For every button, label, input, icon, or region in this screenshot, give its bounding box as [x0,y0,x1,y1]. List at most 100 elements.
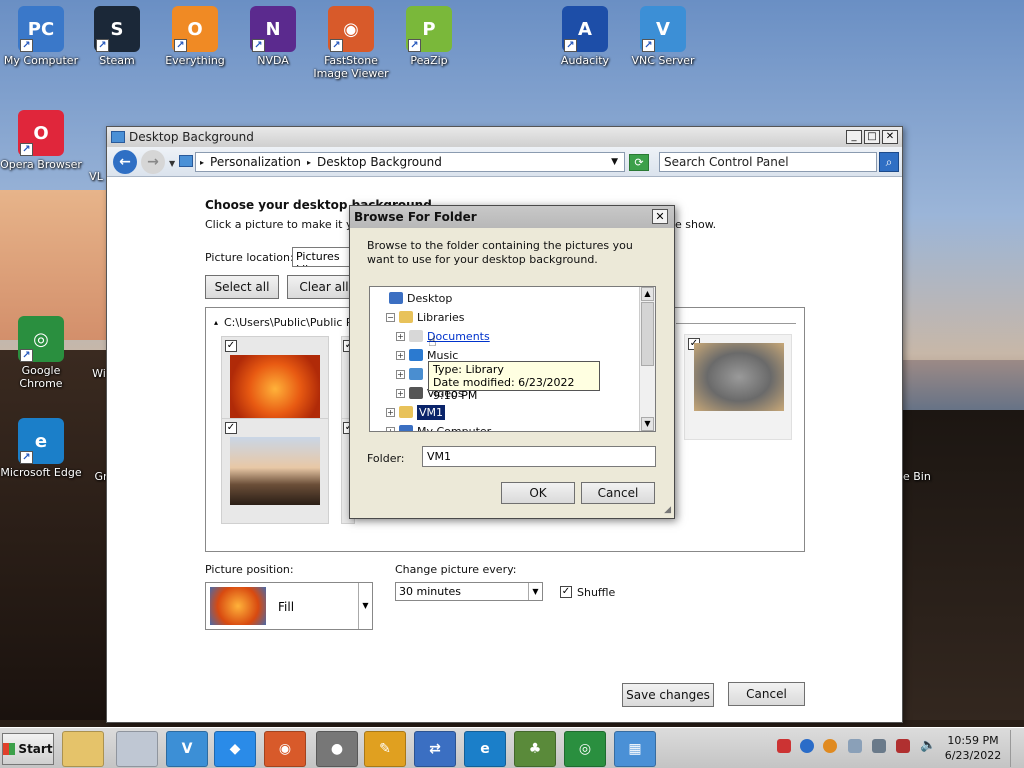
desktop-shortcut-audacity[interactable]: A ↗ Audacity [544,6,626,67]
select-all-button[interactable]: Select all [205,275,279,299]
tree-expander-icon[interactable]: + [396,369,405,379]
faststone-taskbar-icon[interactable]: ◉ [264,731,306,767]
chrome-taskbar-icon[interactable]: ◎ [564,731,606,767]
breadcrumb-desktop-background[interactable]: Desktop Background [317,155,442,169]
tree-expander-icon[interactable]: + [396,350,405,360]
address-bar[interactable]: ▸ Personalization ▸ Desktop Background ▼ [195,152,625,172]
address-dropdown-icon[interactable]: ▼ [611,157,618,167]
window-titlebar[interactable]: Desktop Background _ □ ✕ [107,127,902,147]
dialog-cancel-button[interactable]: Cancel [581,482,655,504]
tree-item-user-folder[interactable]: + VM1 [386,403,446,421]
navigation-bar: ← → ▼ ▸ Personalization ▸ Desktop Backgr… [107,147,902,177]
tree-item-libraries[interactable]: − Libraries [386,308,465,326]
tray-sync-icon[interactable] [800,739,814,753]
shortcut-arrow-icon: ↗ [20,39,33,52]
desktop-shortcut-opera[interactable]: O ↗ Opera Browser [0,110,82,171]
dropdown-arrow-icon[interactable]: ▼ [528,583,542,600]
breadcrumb-personalization[interactable]: Personalization [210,155,301,169]
dropdown-arrow-icon[interactable]: ▼ [358,583,372,629]
thumbnail-checkbox[interactable]: ✓ [225,422,237,434]
desktop-shortcut-vnc[interactable]: V ↗ VNC Server [622,6,704,67]
save-changes-button[interactable]: Save changes [622,683,714,707]
recent-pages-icon[interactable]: ▼ [169,159,175,168]
tray-flag-icon[interactable] [896,739,910,753]
forward-button[interactable]: → [141,150,165,174]
desktop-icon-label: Google Chrome [19,364,63,390]
explorer-taskbar-icon[interactable] [62,731,104,767]
breadcrumb-chevron-icon[interactable]: ▸ [200,158,204,167]
shuffle-checkbox[interactable]: ✓ [560,586,572,598]
minimize-button[interactable]: _ [846,130,862,144]
desktop-shortcut-nvda[interactable]: N ↗ NVDA [232,6,314,67]
cancel-button[interactable]: Cancel [728,682,805,706]
control-panel-taskbar-icon[interactable]: ▦ [614,731,656,767]
clock[interactable]: 10:59 PM 6/23/2022 [944,733,1002,763]
roblox-taskbar-icon[interactable]: ◆ [214,731,256,767]
tree-expander-icon[interactable]: − [386,312,395,322]
desktop-shortcut-peazip[interactable]: P ↗ PeaZip [388,6,470,67]
desktop-shortcut-chrome[interactable]: ◎ ↗ Google Chrome [0,316,82,390]
position-preview-image [210,587,266,625]
tree-taskbar-icon[interactable]: ♣ [514,731,556,767]
group-divider [676,323,796,324]
refresh-button[interactable]: ⟳ [629,154,649,171]
folder-name-input[interactable]: VM1 [422,446,656,467]
tree-expander-icon[interactable]: + [386,426,395,431]
collapse-group-icon[interactable]: ▴ [214,318,218,327]
tree-expander-icon[interactable]: + [396,331,405,341]
tree-expander-icon[interactable]: + [386,407,395,417]
clock-time: 10:59 PM [947,734,999,747]
computer-icon [399,425,413,431]
search-placeholder: Search Control Panel [664,155,789,169]
close-button[interactable]: ✕ [882,130,898,144]
tree-item-documents[interactable]: + Documents [396,327,490,345]
scroll-up-icon[interactable]: ▲ [641,287,654,301]
picture-location-select[interactable]: Pictures Lib [292,247,352,267]
recycle-bin-label[interactable]: e Bin [903,470,943,483]
nvda-icon: N ↗ [250,6,296,52]
vnc-taskbar-icon[interactable]: V [166,731,208,767]
desktop-shortcut-steam[interactable]: S ↗ Steam [76,6,158,67]
thumbnail-checkbox[interactable]: ✓ [225,340,237,352]
tray-monitor-icon[interactable] [848,739,862,753]
thumbnail-koala[interactable]: ✓ [684,334,792,440]
desktop-icon-partial[interactable]: VL [84,170,108,183]
folder-label: Folder: [367,452,405,465]
earth-pro-taskbar-icon[interactable]: ● [316,731,358,767]
picture-position-select[interactable]: Fill ▼ [205,582,373,630]
folder-tree[interactable]: Desktop−Libraries+Documents+Music+Pictur… [369,286,656,432]
tool-taskbar-icon[interactable]: ✎ [364,731,406,767]
desktop-shortcut-computer[interactable]: PC ↗ My Computer [0,6,82,67]
desktop-shortcut-everything[interactable]: O ↗ Everything [154,6,236,67]
tree-item-desktop[interactable]: Desktop [376,289,452,307]
desktop-shortcut-edge[interactable]: e ↗ Microsoft Edge [0,418,82,479]
tray-alert-icon[interactable] [777,739,791,753]
thumbnail-lighthouse[interactable]: ✓ [221,418,329,524]
control-panel-icon [111,131,125,143]
start-button[interactable]: Start [2,733,54,765]
back-button[interactable]: ← [113,150,137,174]
scroll-thumb[interactable] [641,302,654,366]
dialog-close-button[interactable]: ✕ [652,209,668,224]
dialog-titlebar[interactable]: Browse For Folder ✕ [350,206,674,228]
dialog-title: Browse For Folder [354,210,477,224]
resize-grip-icon[interactable]: ◢ [664,505,671,515]
tray-network-icon[interactable] [872,739,886,753]
tree-scrollbar[interactable]: ▲ ▼ [639,287,655,431]
tray-search-icon[interactable] [823,739,837,753]
show-desktop-button[interactable] [1010,730,1022,767]
disk-taskbar-icon[interactable] [116,731,158,767]
change-interval-select[interactable]: 30 minutes ▼ [395,582,543,601]
ok-button[interactable]: OK [501,482,575,504]
breadcrumb-chevron-icon[interactable]: ▸ [307,158,311,167]
search-input[interactable]: Search Control Panel [659,152,877,172]
desktop-shortcut-faststone[interactable]: ◉ ↗ FastStone Image Viewer [310,6,392,80]
tree-item-computer[interactable]: + My Computer [386,422,491,431]
network-taskbar-icon[interactable]: ⇄ [414,731,456,767]
tree-expander-icon[interactable]: + [396,388,405,398]
edge-taskbar-icon[interactable]: e [464,731,506,767]
scroll-down-icon[interactable]: ▼ [641,417,654,431]
volume-icon[interactable]: 🔈 [920,739,936,753]
search-button[interactable]: ⌕ [879,152,899,172]
maximize-button[interactable]: □ [864,130,880,144]
